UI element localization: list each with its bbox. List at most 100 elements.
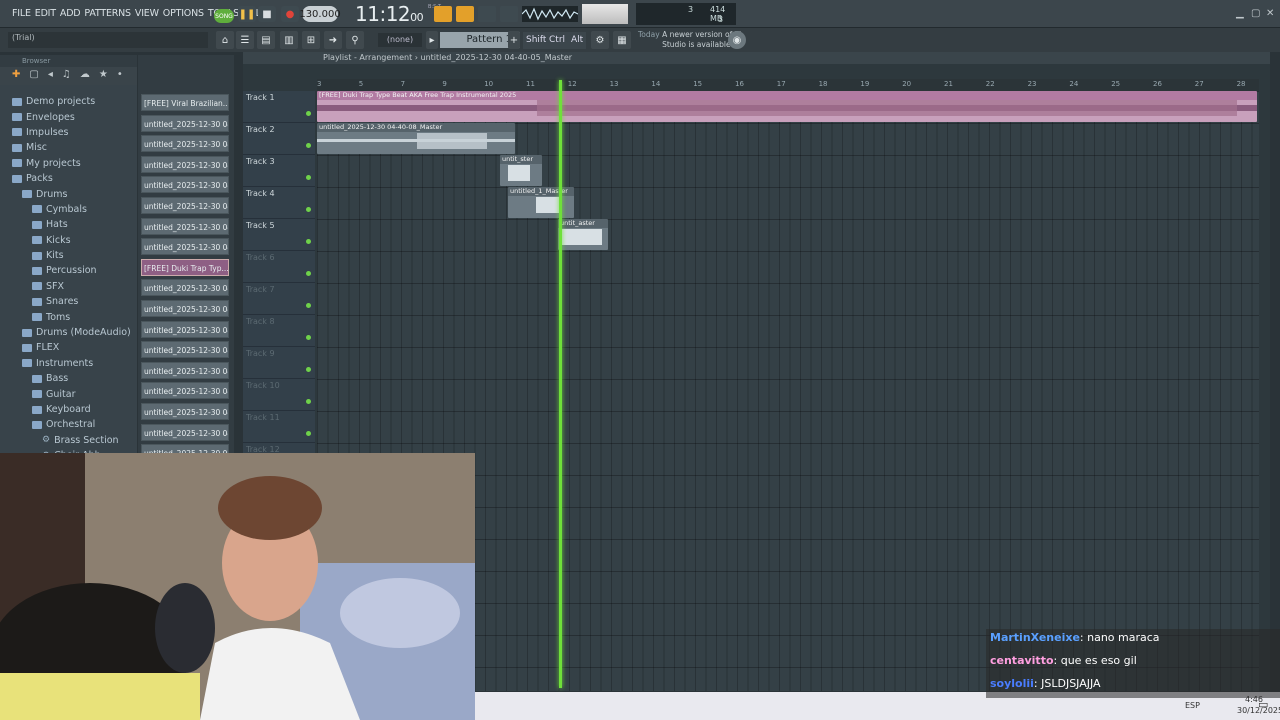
pattern-prev-icon[interactable]: ▸ (426, 31, 438, 49)
language-indicator[interactable]: ESP (1185, 701, 1200, 710)
track-mute-led[interactable] (306, 175, 311, 180)
browser-item[interactable]: Guitar (0, 386, 137, 401)
menu-item-file[interactable]: FILE (12, 8, 31, 19)
browser-item[interactable]: Impulses (0, 125, 137, 140)
channel-button[interactable]: untitled_2025-12-30 04-... (141, 135, 229, 153)
browser-item[interactable]: Misc (0, 140, 137, 155)
menu-item-options[interactable]: OPTIONS (163, 8, 204, 19)
step-edit-icon[interactable] (500, 6, 518, 22)
metronome-icon[interactable] (434, 6, 452, 22)
browser-item[interactable]: Envelopes (0, 109, 137, 124)
browser-sound-icon[interactable]: ♫ (62, 69, 71, 83)
channel-button[interactable]: untitled_2025-12-30 04-... (141, 176, 229, 194)
browser-files-icon[interactable]: ▢ (29, 69, 38, 83)
plugin-picker-icon[interactable]: ⊞ (302, 31, 320, 49)
browser-item[interactable]: Cymbals (0, 202, 137, 217)
menu-item-view[interactable]: VIEW (135, 8, 159, 19)
track-header[interactable]: Track 7 (243, 283, 315, 315)
audio-clip[interactable]: untitled_2025-12-30 04-40-08_Master (317, 123, 515, 154)
channel-button[interactable]: untitled_2025-12-30 04-... (141, 197, 229, 214)
close-icon[interactable]: ✕ (1266, 8, 1274, 19)
track-header[interactable]: Track 2 (243, 123, 315, 155)
audio-clip[interactable]: untit_ster (500, 155, 542, 186)
browser-item[interactable]: Hats (0, 217, 137, 232)
record-button[interactable]: ● (281, 6, 299, 22)
channel-button[interactable]: untitled_2025-12-30 04-... (141, 114, 229, 132)
track-header[interactable]: Track 5 (243, 219, 315, 251)
maximize-icon[interactable]: ▢ (1251, 8, 1260, 19)
track-mute-led[interactable] (306, 207, 311, 212)
browser-item[interactable]: Demo projects (0, 94, 137, 109)
track-header[interactable]: Track 8 (243, 315, 315, 347)
browser-more-icon[interactable]: • (117, 69, 123, 83)
channel-button[interactable]: [FREE] Duki Trap Typ... (141, 258, 229, 276)
track-mute-led[interactable] (306, 111, 311, 116)
track-header[interactable]: Track 1 (243, 91, 315, 123)
microphone-icon[interactable]: ⚲ (346, 31, 364, 49)
timeline-ruler[interactable]: 3 5 7 9 10 11 12 13 14 15 16 17 18 19 20 21 22 23 24 25 26 27… (317, 79, 1259, 91)
tempo-display[interactable]: 130.000 (299, 6, 341, 22)
browser-item[interactable]: Packs (0, 171, 137, 186)
piano-roll-icon[interactable]: ▥ (280, 31, 298, 49)
minimize-icon[interactable]: ▁ (1236, 8, 1244, 19)
channel-button[interactable]: untitled_2025-12-30 04-... (141, 279, 229, 297)
browser-back-icon[interactable]: ◂ (48, 69, 53, 83)
track-header[interactable]: Track 3 (243, 155, 315, 187)
browser-item[interactable]: Toms (0, 309, 137, 324)
browser-item[interactable]: FLEX (0, 340, 137, 355)
browser-item[interactable]: Percussion (0, 263, 137, 278)
channel-button[interactable]: untitled_2025-12-30 04-... (141, 423, 229, 441)
playhead[interactable] (559, 80, 562, 688)
menu-item-patterns[interactable]: PATTERNS (84, 8, 131, 19)
channel-button[interactable]: untitled_2025-12-30 04-... (141, 361, 229, 379)
settings-icon[interactable]: ⚙ (591, 31, 609, 49)
track-mute-led[interactable] (306, 335, 311, 340)
stop-button[interactable]: ■ (258, 6, 276, 22)
browser-item[interactable]: Keyboard (0, 402, 137, 417)
browser-item[interactable]: Bass (0, 371, 137, 386)
mixer-icon[interactable]: ☰ (236, 31, 254, 49)
channel-button[interactable]: untitled_2025-12-30 04-... (141, 403, 229, 420)
track-header[interactable]: Track 6 (243, 251, 315, 283)
channel-button[interactable]: untitled_2025-12-30 04-... (141, 382, 229, 400)
audio-clip[interactable]: untit_aster (558, 219, 608, 250)
track-header[interactable]: Track 10 (243, 379, 315, 411)
browser-item[interactable]: Kits (0, 248, 137, 263)
track-mute-led[interactable] (306, 367, 311, 372)
browser-item[interactable]: SFX (0, 279, 137, 294)
browser-item[interactable]: Drums (ModeAudio) (0, 325, 137, 340)
alt-key[interactable]: Alt (568, 32, 587, 49)
browser-item[interactable]: Kicks (0, 233, 137, 248)
channel-button[interactable]: untitled_2025-12-30 04-... (141, 217, 229, 235)
menu-item-edit[interactable]: EDIT (35, 8, 56, 19)
browser-item[interactable]: Drums (0, 186, 137, 201)
track-mute-led[interactable] (306, 271, 311, 276)
track-mute-led[interactable] (306, 303, 311, 308)
track-mute-led[interactable] (306, 239, 311, 244)
channel-button[interactable]: untitled_2025-12-30 04-... (141, 300, 229, 317)
song-mode-toggle[interactable]: SONG (214, 9, 234, 23)
browser-item[interactable]: Instruments (0, 356, 137, 371)
channel-button[interactable]: untitled_2025-12-30 04-... (141, 341, 229, 359)
audio-clip[interactable]: [FREE] Duki Trap Type Beat AKA Free Trap… (317, 91, 1257, 122)
track-header[interactable]: Track 11 (243, 411, 315, 443)
browser-menu-icon[interactable]: ✚ (12, 69, 20, 83)
browser-star-icon[interactable]: ★ (99, 69, 108, 83)
browser-item[interactable]: ⚙ Brass Section (0, 433, 137, 448)
track-mute-led[interactable] (306, 399, 311, 404)
browser-cloud-icon[interactable]: ☁ (80, 69, 90, 83)
snap-selector[interactable]: (none) (378, 33, 422, 47)
ctrl-key[interactable]: Ctrl (546, 32, 569, 49)
audio-clip[interactable]: untitled_1_Master (508, 187, 574, 218)
channel-button[interactable]: untitled_2025-12-30 04-... (141, 320, 229, 338)
track-header[interactable]: Track 4 (243, 187, 315, 219)
menu-item-add[interactable]: ADD (60, 8, 81, 19)
browser-item[interactable]: My projects (0, 156, 137, 171)
channel-button[interactable]: untitled_2025-12-30 04-... (141, 238, 229, 256)
play-button[interactable]: ❚❚ (238, 6, 256, 22)
news-icon[interactable]: ▦ (613, 31, 631, 49)
add-pattern-icon[interactable]: + (508, 31, 520, 49)
channel-button[interactable]: [FREE] Viral Brazilian... (141, 94, 229, 111)
browser-item[interactable]: Orchestral (0, 417, 137, 432)
track-header[interactable]: Track 9 (243, 347, 315, 379)
